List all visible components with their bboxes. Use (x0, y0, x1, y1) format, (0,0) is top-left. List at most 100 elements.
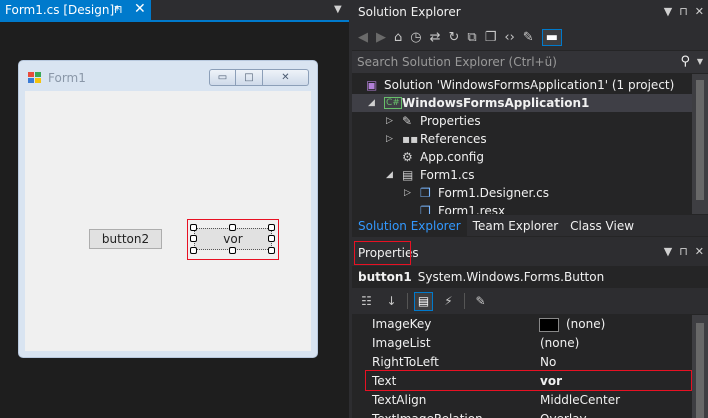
property-value[interactable]: Overlay (540, 412, 587, 418)
tree-item[interactable]: ▷ ▪▪ References (352, 130, 692, 148)
events-lightning-icon[interactable]: ⚡ (439, 292, 458, 311)
toolbar-separator (407, 293, 408, 309)
search-icon[interactable]: ⚲ (680, 54, 690, 69)
minimize-button[interactable]: ▭ (209, 69, 236, 86)
solution-explorer-panel: Solution Explorer ▼ ⊓ ✕ ◀ ▶ ⌂ ◷ ⇄ ↻ ⧉ ❐ … (352, 0, 708, 238)
close-icon[interactable]: ✕ (134, 1, 146, 17)
sync-icon[interactable]: ⇄ (430, 30, 441, 45)
alphabetical-icon[interactable]: ↓ (382, 292, 401, 311)
visual-studio-window: Form1.cs [Design]* ⊓ ✕ ▼ Form1 ▭ □ ✕ but… (0, 0, 708, 418)
property-value[interactable]: No (540, 355, 556, 369)
solution-tree-scroll-thumb[interactable] (696, 80, 704, 200)
resize-handle-bottom-left[interactable] (190, 247, 197, 254)
form-close-button[interactable]: ✕ (263, 69, 309, 86)
tree-item-label: References (420, 132, 487, 146)
csharp-project-icon: C# (384, 97, 402, 109)
properties-view-icon[interactable]: ▤ (414, 291, 433, 311)
tree-item[interactable]: ▣ Solution 'WindowsFormsApplication1' (1 … (352, 76, 692, 94)
properties-toolbar: ☷ ↓ ▤ ⚡ ✎ (352, 288, 708, 314)
properties-wrench-icon[interactable]: ✎ (523, 30, 534, 45)
resize-handle-right[interactable] (268, 235, 275, 242)
close-icon[interactable]: ✕ (695, 5, 704, 18)
tab-list-dropdown-icon[interactable]: ▼ (334, 4, 342, 15)
solution-explorer-title: Solution Explorer (358, 5, 461, 19)
tree-item-label: Solution 'WindowsFormsApplication1' (1 p… (384, 78, 675, 92)
forward-icon[interactable]: ▶ (376, 30, 386, 45)
tab-class-view[interactable]: Class View (564, 215, 640, 236)
home-icon[interactable]: ⌂ (394, 30, 402, 45)
maximize-button[interactable]: □ (236, 69, 263, 86)
property-row[interactable]: TextImageRelation Overlay (352, 410, 692, 418)
window-position-dropdown-icon[interactable]: ▼ (664, 5, 672, 18)
property-value[interactable]: (none) (540, 336, 579, 350)
form1-client-area[interactable]: button2 vor (25, 91, 311, 351)
pin-icon[interactable]: ⊓ (114, 3, 123, 16)
button2-control[interactable]: button2 (89, 229, 162, 249)
view-code-icon[interactable]: ‹› (504, 30, 514, 45)
history-icon[interactable]: ◷ (410, 30, 421, 45)
property-value[interactable]: (none) (566, 317, 605, 331)
form1-window-buttons: ▭ □ ✕ (209, 69, 309, 87)
property-grid-scroll-thumb[interactable] (696, 323, 704, 418)
preview-selected-items-icon[interactable]: ▬ (541, 28, 562, 46)
collapsed-arrow-icon[interactable]: ▷ (386, 134, 393, 144)
tree-item[interactable]: ▷ ❐ Form1.Designer.cs (352, 184, 692, 202)
expanded-arrow-icon[interactable]: ◢ (368, 98, 375, 108)
property-pages-wrench-icon[interactable]: ✎ (471, 292, 490, 311)
tree-item[interactable]: ❐ Form1.resx (352, 202, 692, 214)
toolbar-separator (464, 293, 465, 309)
property-row[interactable]: ImageList (none) (352, 334, 692, 353)
tree-item[interactable]: ⚙ App.config (352, 148, 692, 166)
solution-explorer-bottom-tabs: Solution Explorer Team Explorer Class View (352, 215, 708, 236)
property-row[interactable]: ImageKey (none) (352, 315, 692, 334)
tree-item[interactable]: ◢ ▤ Form1.cs (352, 166, 692, 184)
document-tab-bar: Form1.cs [Design]* ⊓ ✕ ▼ (0, 0, 349, 22)
document-tab-form1-design[interactable]: Form1.cs [Design]* ⊓ ✕ (0, 0, 151, 20)
property-value[interactable]: MiddleCenter (540, 393, 620, 407)
solution-explorer-search-input[interactable]: Search Solution Explorer (Ctrl+ü) ⚲ ▼ (352, 51, 708, 73)
designer-pane: Form1.cs [Design]* ⊓ ✕ ▼ Form1 ▭ □ ✕ but… (0, 0, 349, 418)
tree-item[interactable]: ▷ ✎ Properties (352, 112, 692, 130)
collapsed-arrow-icon[interactable]: ▷ (404, 188, 411, 198)
resize-handle-top[interactable] (229, 224, 236, 231)
resize-handle-bottom[interactable] (229, 247, 236, 254)
object-name: button1 (358, 269, 412, 284)
property-name: RightToLeft (372, 355, 439, 369)
search-options-dropdown-icon[interactable]: ▼ (697, 57, 703, 66)
auto-hide-pin-icon[interactable]: ⊓ (679, 5, 688, 18)
collapsed-arrow-icon[interactable]: ▷ (386, 116, 393, 126)
object-type: System.Windows.Forms.Button (417, 269, 605, 284)
property-row[interactable]: TextAlign MiddleCenter (352, 391, 692, 410)
object-selector[interactable]: button1 System.Windows.Forms.Button (352, 266, 708, 287)
config-file-icon: ⚙ (402, 150, 413, 164)
property-grid-scrollbar[interactable] (692, 315, 708, 418)
form1-window[interactable]: Form1 ▭ □ ✕ button2 vor (18, 60, 318, 358)
close-icon[interactable]: ✕ (695, 245, 704, 258)
auto-hide-pin-icon[interactable]: ⊓ (679, 245, 688, 258)
solution-explorer-title-bar: Solution Explorer ▼ ⊓ ✕ (352, 0, 708, 24)
form1-title-bar[interactable]: Form1 ▭ □ ✕ (19, 61, 317, 91)
design-surface[interactable]: Form1 ▭ □ ✕ button2 vor (0, 22, 349, 418)
search-placeholder: Search Solution Explorer (Ctrl+ü) (357, 55, 557, 69)
expanded-arrow-icon[interactable]: ◢ (386, 170, 393, 180)
solution-tree-scrollbar[interactable] (692, 74, 708, 214)
resize-handle-top-right[interactable] (268, 224, 275, 231)
resize-handle-top-left[interactable] (190, 224, 197, 231)
tree-item[interactable]: ◢ C# WindowsFormsApplication1 (352, 94, 692, 112)
solution-tree: ▣ Solution 'WindowsFormsApplication1' (1 … (352, 74, 692, 214)
references-icon: ▪▪ (402, 132, 419, 146)
collapse-all-icon[interactable]: ⧉ (467, 30, 476, 45)
refresh-icon[interactable]: ↻ (449, 30, 460, 45)
tab-solution-explorer[interactable]: Solution Explorer (352, 215, 467, 236)
show-all-files-icon[interactable]: ❐ (485, 30, 497, 45)
window-position-dropdown-icon[interactable]: ▼ (664, 245, 672, 258)
categorized-icon[interactable]: ☷ (357, 292, 376, 311)
tab-team-explorer[interactable]: Team Explorer (467, 215, 565, 236)
image-preview-swatch (539, 318, 559, 332)
property-name: ImageKey (372, 317, 432, 331)
cs-file-icon: ❐ (420, 186, 431, 200)
resize-handle-left[interactable] (190, 235, 197, 242)
resize-handle-bottom-right[interactable] (268, 247, 275, 254)
properties-title-icons: ▼ ⊓ ✕ (664, 245, 704, 258)
back-icon[interactable]: ◀ (358, 30, 368, 45)
